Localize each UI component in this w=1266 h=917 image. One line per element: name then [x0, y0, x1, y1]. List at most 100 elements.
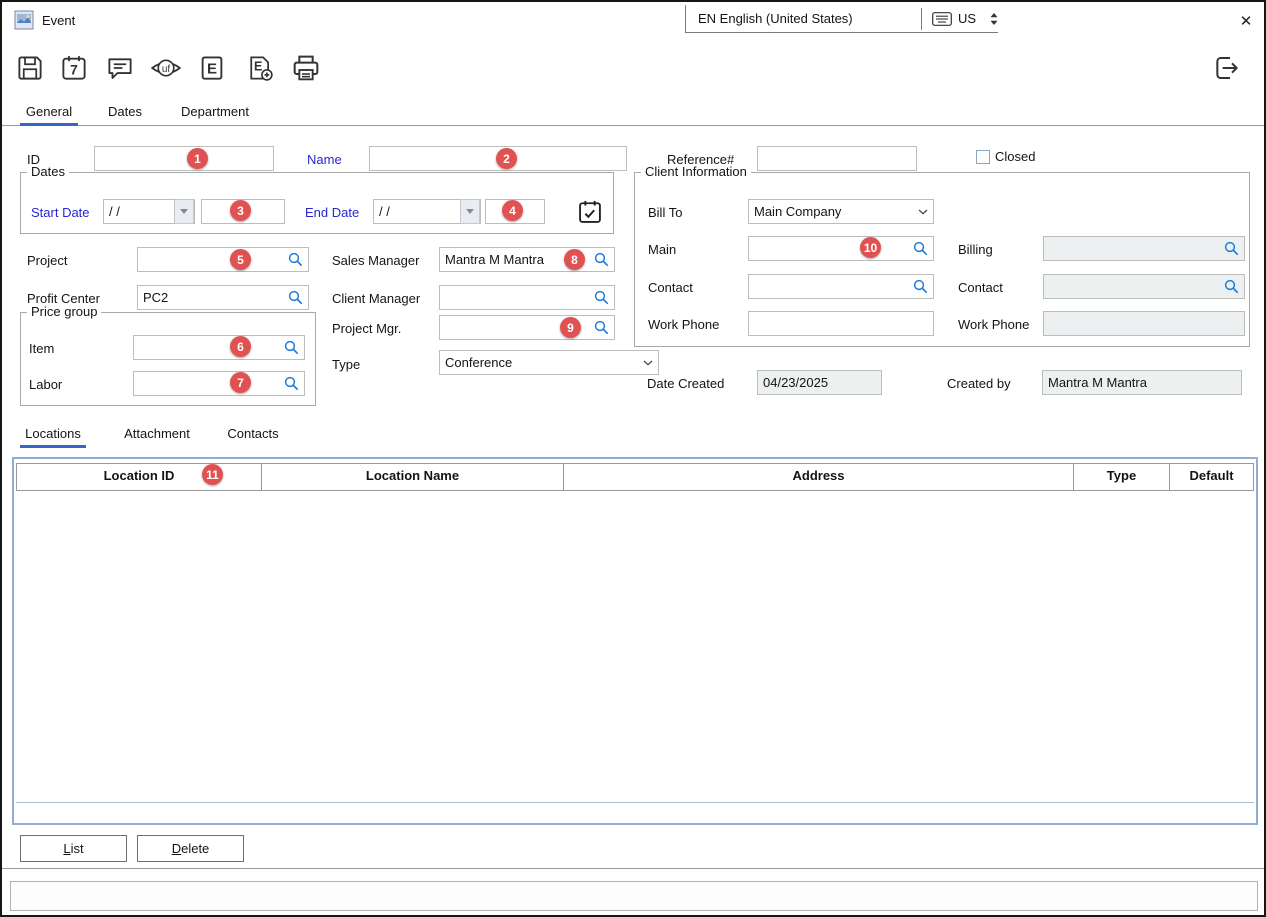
- event-button[interactable]: [194, 50, 230, 86]
- main-input[interactable]: [748, 236, 934, 261]
- tab-contacts[interactable]: Contacts: [222, 422, 284, 446]
- event-icon: [197, 53, 227, 83]
- profit-center-input[interactable]: PC2: [137, 285, 309, 310]
- window-title: Event: [42, 13, 75, 28]
- tabs-divider: [2, 125, 1264, 126]
- uf-view-button[interactable]: [148, 50, 184, 86]
- closed-label: Closed: [995, 149, 1035, 164]
- item-input[interactable]: [133, 335, 305, 360]
- language-divider: [921, 8, 922, 30]
- type-label: Type: [332, 357, 360, 372]
- search-icon[interactable]: [1224, 241, 1239, 256]
- column-header-default[interactable]: Default: [1170, 464, 1254, 490]
- contact-right-label: Contact: [958, 280, 1003, 295]
- list-button[interactable]: List: [20, 835, 127, 862]
- bill-to-label: Bill To: [648, 205, 682, 220]
- locations-grid: Location ID Location Name Address Type D…: [12, 457, 1258, 825]
- id-input[interactable]: [94, 146, 274, 171]
- type-dropdown[interactable]: Conference: [439, 350, 659, 375]
- calendar-check-button[interactable]: [575, 197, 605, 227]
- labor-input[interactable]: [133, 371, 305, 396]
- search-icon[interactable]: [594, 290, 609, 305]
- app-icon: [14, 10, 34, 30]
- search-icon[interactable]: [594, 320, 609, 335]
- annotation-badge-10: 10: [860, 237, 881, 258]
- language-spinner-icon[interactable]: [990, 13, 998, 25]
- start-date-combo[interactable]: / /: [103, 199, 195, 224]
- column-header-type[interactable]: Type: [1074, 464, 1170, 490]
- contact-left-input[interactable]: [748, 274, 934, 299]
- end-date-dropdown-icon[interactable]: [460, 199, 480, 224]
- date-created-value: 04/23/2025: [757, 370, 882, 395]
- search-icon[interactable]: [288, 290, 303, 305]
- tab-general[interactable]: General: [20, 100, 78, 124]
- tab-locations[interactable]: Locations: [20, 422, 86, 446]
- search-icon[interactable]: [284, 376, 299, 391]
- print-button[interactable]: [288, 50, 324, 86]
- exit-icon: [1210, 52, 1242, 84]
- client-manager-input[interactable]: [439, 285, 615, 310]
- tab-general-active-underline: [20, 123, 78, 126]
- project-label: Project: [27, 253, 67, 268]
- search-icon[interactable]: [913, 241, 928, 256]
- contact-right-input[interactable]: [1043, 274, 1245, 299]
- column-header-location-name[interactable]: Location Name: [262, 464, 564, 490]
- notes-button[interactable]: [102, 50, 138, 86]
- work-phone-left-label: Work Phone: [648, 317, 719, 332]
- annotation-badge-1: 1: [187, 148, 208, 169]
- project-mgr-input[interactable]: [439, 315, 615, 340]
- status-bar: [10, 881, 1258, 911]
- language-label: EN English (United States): [686, 11, 853, 26]
- chevron-down-icon: [918, 209, 928, 215]
- labor-label: Labor: [29, 377, 62, 392]
- sales-manager-input[interactable]: Mantra M Mantra: [439, 247, 615, 272]
- delete-button[interactable]: Delete: [137, 835, 244, 862]
- language-bar[interactable]: EN English (United States) US: [685, 5, 998, 33]
- grid-bottom-divider: [16, 802, 1254, 803]
- search-icon[interactable]: [594, 252, 609, 267]
- annotation-badge-7: 7: [230, 372, 251, 393]
- footer-divider: [2, 868, 1264, 869]
- sales-manager-label: Sales Manager: [332, 253, 419, 268]
- work-phone-right-input[interactable]: [1043, 311, 1245, 336]
- tab-department[interactable]: Department: [174, 100, 256, 124]
- annotation-badge-9: 9: [560, 317, 581, 338]
- tab-dates[interactable]: Dates: [102, 100, 148, 124]
- annotation-badge-6: 6: [230, 336, 251, 357]
- end-date-combo[interactable]: / /: [373, 199, 481, 224]
- project-input[interactable]: [137, 247, 309, 272]
- annotation-badge-3: 3: [230, 200, 251, 221]
- search-icon[interactable]: [1224, 279, 1239, 294]
- tab-attachment[interactable]: Attachment: [118, 422, 196, 446]
- copy-event-button[interactable]: [242, 50, 278, 86]
- calendar-7-button[interactable]: [56, 50, 92, 86]
- close-icon: ✕: [1240, 12, 1253, 30]
- work-phone-right-label: Work Phone: [958, 317, 1029, 332]
- project-mgr-label: Project Mgr.: [332, 321, 401, 336]
- print-icon: [290, 52, 322, 84]
- exit-button[interactable]: [1208, 50, 1244, 86]
- client-information-legend: Client Information: [641, 164, 751, 179]
- reference-input[interactable]: [757, 146, 917, 171]
- work-phone-left-input[interactable]: [748, 311, 934, 336]
- created-by-label: Created by: [947, 376, 1011, 391]
- column-header-location-id[interactable]: Location ID: [16, 464, 262, 490]
- main-label: Main: [648, 242, 676, 257]
- search-icon[interactable]: [284, 340, 299, 355]
- closed-checkbox-group[interactable]: Closed: [976, 149, 1035, 164]
- bill-to-dropdown[interactable]: Main Company: [748, 199, 934, 224]
- billing-input[interactable]: [1043, 236, 1245, 261]
- closed-checkbox[interactable]: [976, 150, 990, 164]
- dates-groupbox: Dates Start Date / / End Date / /: [20, 172, 614, 234]
- annotation-badge-5: 5: [230, 249, 251, 270]
- column-header-address[interactable]: Address: [564, 464, 1074, 490]
- start-date-dropdown-icon[interactable]: [174, 199, 194, 224]
- contact-left-label: Contact: [648, 280, 693, 295]
- annotation-badge-2: 2: [496, 148, 517, 169]
- tab-locations-active-underline: [20, 445, 86, 448]
- close-button[interactable]: ✕: [1234, 10, 1258, 32]
- chevron-down-icon: [643, 360, 653, 366]
- search-icon[interactable]: [913, 279, 928, 294]
- search-icon[interactable]: [288, 252, 303, 267]
- save-button[interactable]: [12, 50, 48, 86]
